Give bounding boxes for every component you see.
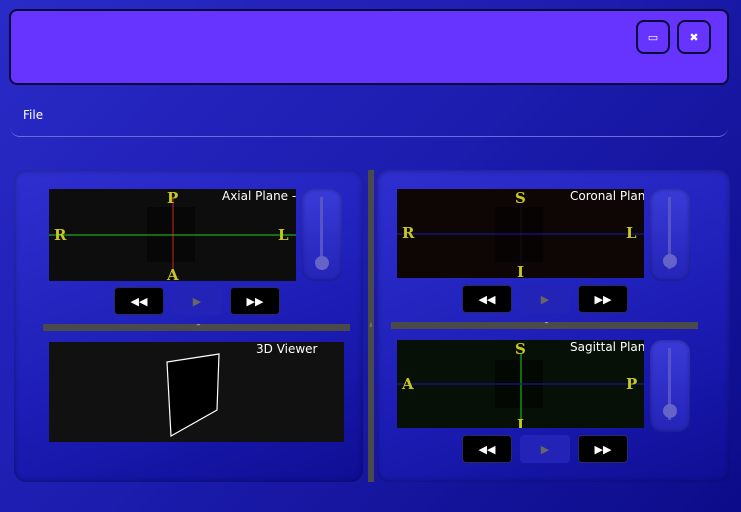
coronal-slider-handle[interactable]	[663, 254, 677, 268]
axial-forward-button[interactable]: ▶▶	[230, 287, 280, 315]
axial-view[interactable]: Axial Plane - X P A R L	[49, 189, 296, 281]
axial-slider[interactable]	[302, 189, 342, 281]
coronal-left-label: R	[402, 224, 415, 242]
play-icon: ▶	[192, 294, 202, 308]
sagittal-forward-button[interactable]: ▶▶	[578, 435, 628, 463]
left-horizontal-splitter[interactable]: –	[43, 320, 350, 331]
maximize-button[interactable]: ▭	[636, 20, 670, 54]
3d-viewer-title: 3D Viewer	[256, 342, 318, 356]
sagittal-play-button[interactable]: ▶	[520, 435, 570, 463]
axial-play-button[interactable]: ▶	[172, 287, 222, 315]
splitter-grip-icon: –	[196, 320, 201, 329]
play-icon: ▶	[540, 442, 550, 456]
axial-rewind-button[interactable]: ◀◀	[114, 287, 164, 315]
coronal-title: Coronal Plane	[570, 189, 644, 203]
sagittal-bottom-label: I	[517, 416, 525, 428]
3d-viewer[interactable]: 3D Viewer	[49, 342, 344, 442]
axial-top-label: P	[167, 189, 179, 207]
coronal-bottom-label: I	[517, 263, 525, 278]
axial-right-label: L	[278, 226, 289, 244]
axial-bottom-label: A	[167, 266, 179, 281]
maximize-icon: ▭	[647, 30, 659, 44]
close-button[interactable]: ✖	[677, 20, 711, 54]
axial-slider-handle[interactable]	[315, 256, 329, 270]
forward-icon: ▶▶	[594, 442, 612, 456]
sagittal-left-label: A	[402, 375, 414, 393]
sagittal-rewind-button[interactable]: ◀◀	[462, 435, 512, 463]
menu-bar: File	[10, 98, 728, 137]
axial-title: Axial Plane - X	[222, 189, 296, 203]
rewind-icon: ◀◀	[478, 292, 496, 306]
rewind-icon: ◀◀	[130, 294, 148, 308]
menu-file[interactable]: File	[23, 108, 43, 122]
play-icon: ▶	[540, 292, 550, 306]
coronal-top-label: S	[515, 189, 526, 207]
sagittal-view[interactable]: Sagittal Plane S I A P	[397, 340, 644, 428]
axial-left-label: R	[54, 226, 67, 244]
vertical-splitter-grip-icon[interactable]: ⁞	[369, 322, 373, 330]
coronal-view[interactable]: Coronal Plane S I R L	[397, 189, 644, 278]
coronal-rewind-button[interactable]: ◀◀	[462, 285, 512, 313]
sagittal-slider-handle[interactable]	[663, 404, 677, 418]
forward-icon: ▶▶	[246, 294, 264, 308]
sagittal-title: Sagittal Plane	[570, 340, 644, 354]
sagittal-slider[interactable]	[650, 340, 690, 432]
coronal-forward-button[interactable]: ▶▶	[578, 285, 628, 313]
coronal-play-button[interactable]: ▶	[520, 285, 570, 313]
sagittal-top-label: S	[515, 340, 526, 358]
coronal-slider[interactable]	[650, 189, 690, 281]
right-horizontal-splitter[interactable]: –	[391, 318, 698, 329]
coronal-right-label: L	[626, 224, 637, 242]
sagittal-right-label: P	[626, 375, 638, 393]
close-icon: ✖	[689, 30, 699, 44]
forward-icon: ▶▶	[594, 292, 612, 306]
title-bar	[9, 9, 729, 85]
splitter-grip-icon: –	[544, 318, 549, 327]
rewind-icon: ◀◀	[478, 442, 496, 456]
